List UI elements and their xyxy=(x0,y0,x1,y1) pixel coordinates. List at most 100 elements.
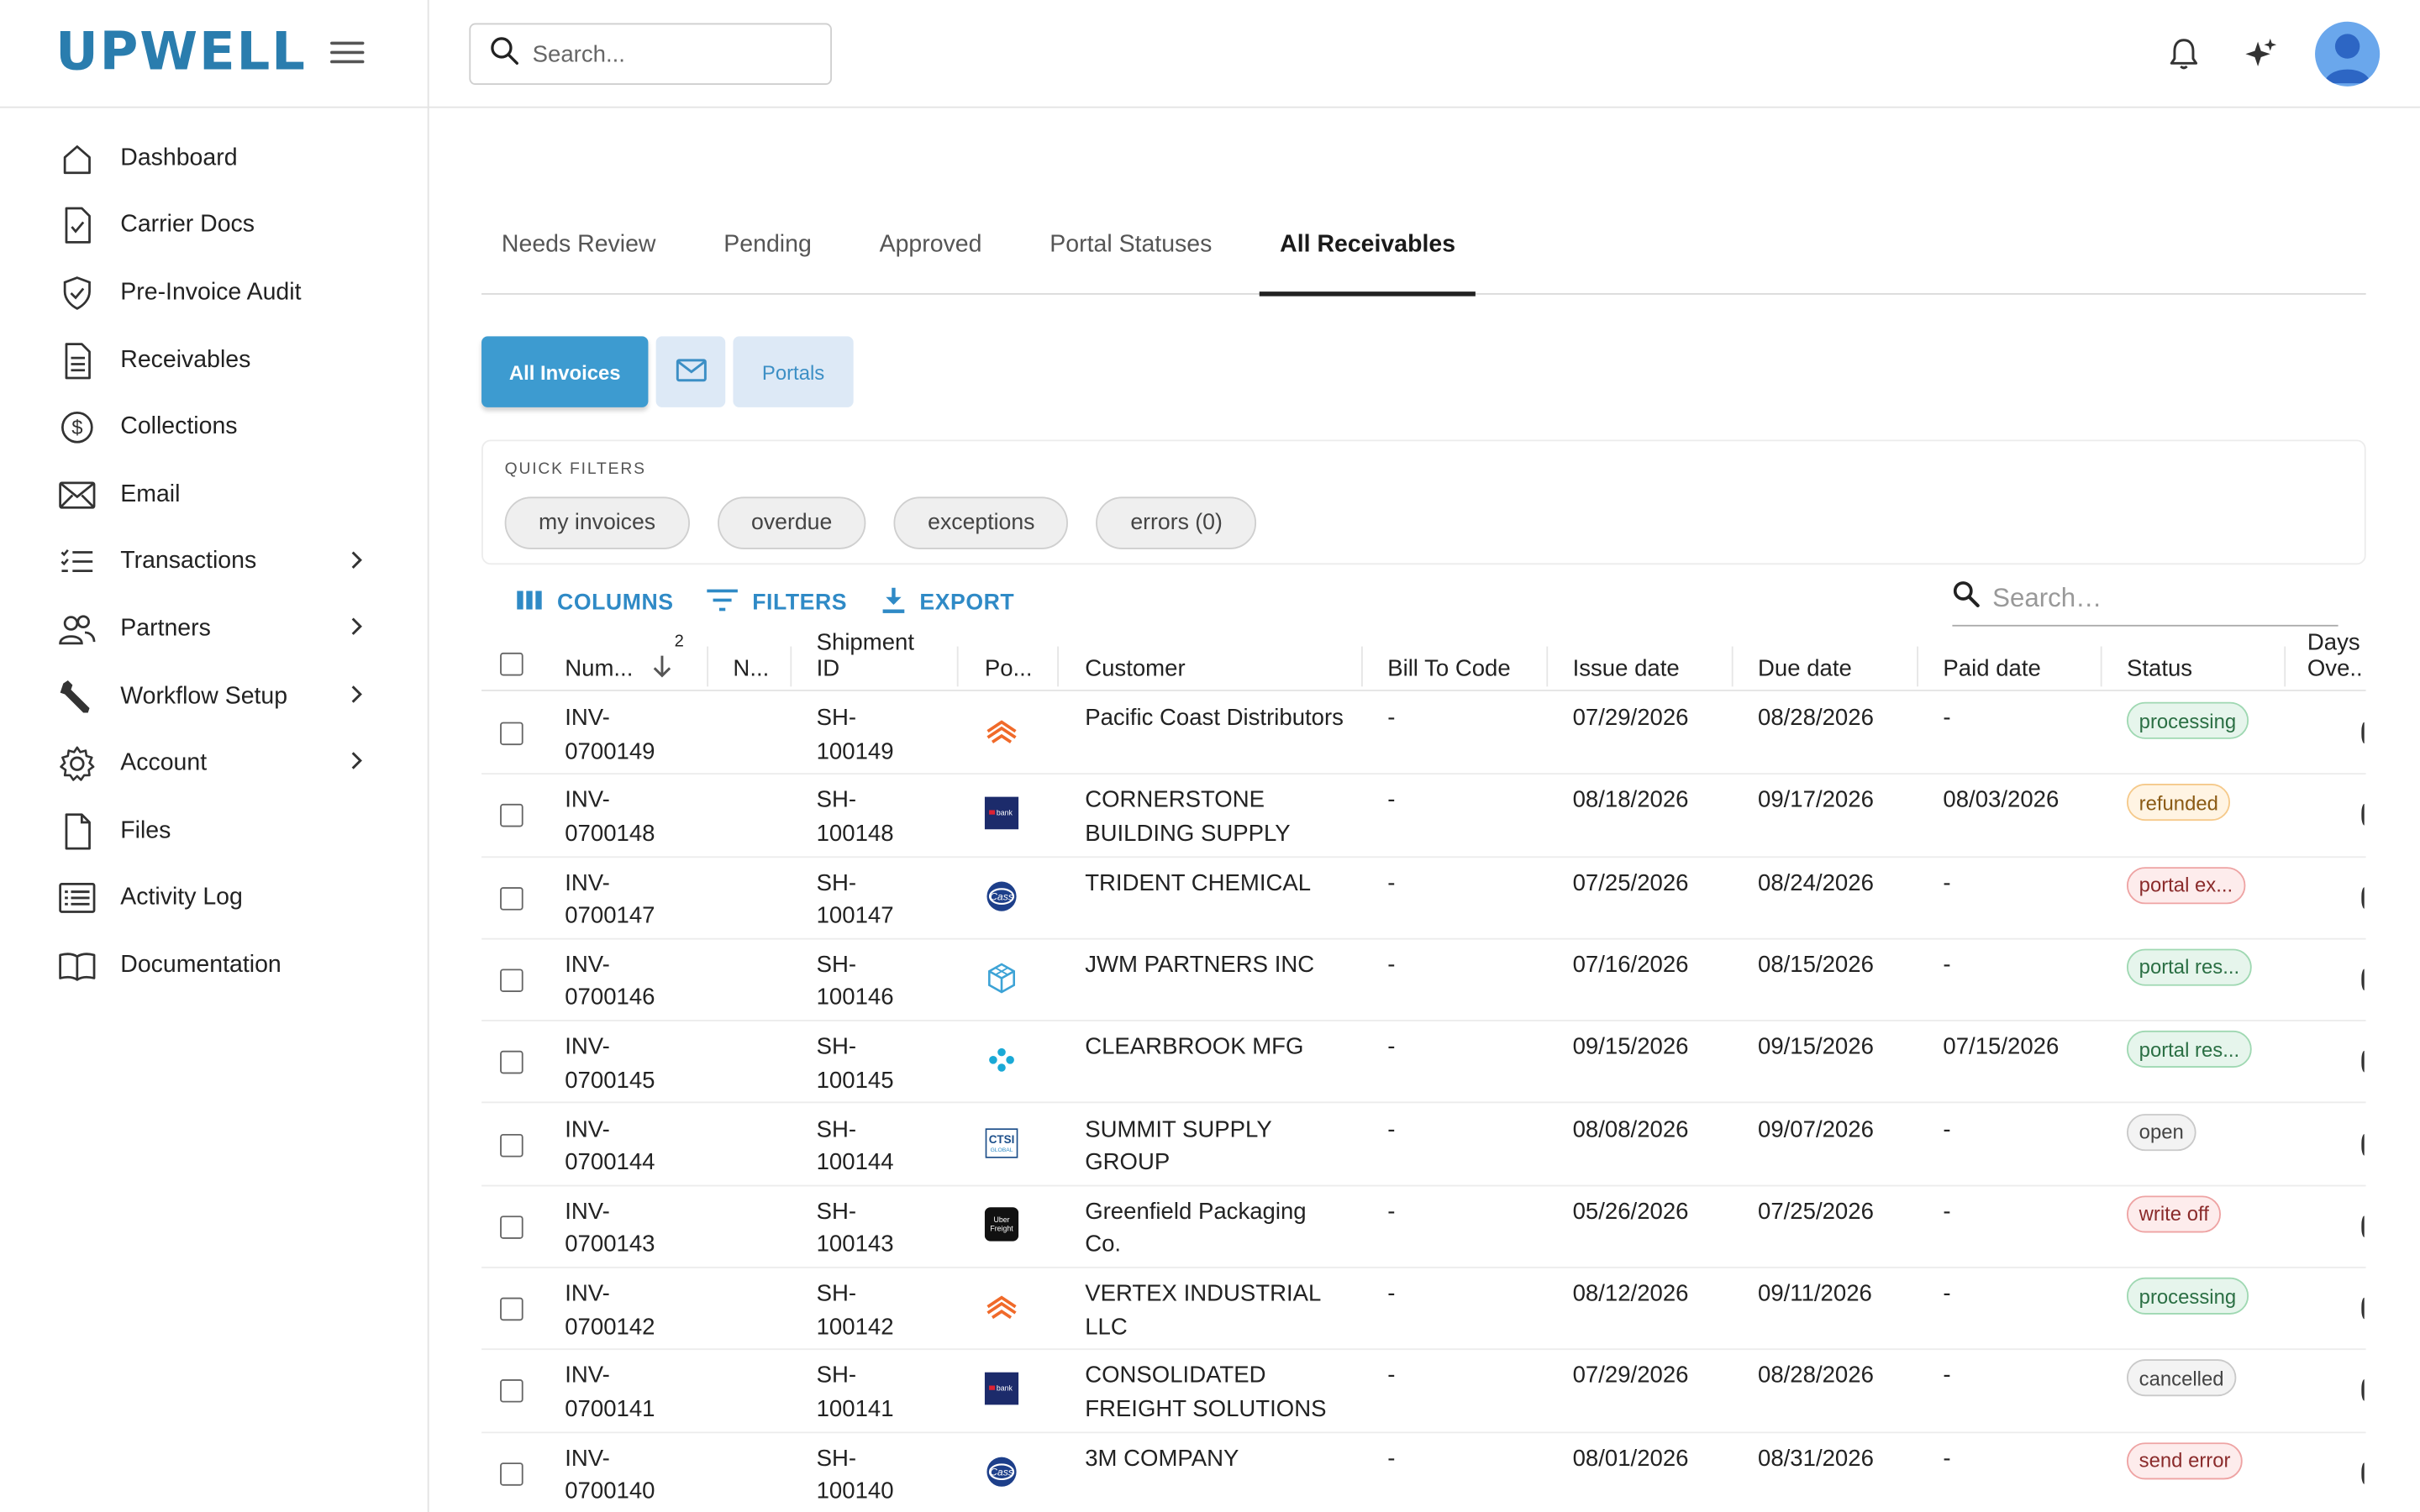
sidebar-item-activity-log[interactable]: Activity Log xyxy=(0,865,428,932)
header-issue-date[interactable]: Issue date xyxy=(1573,629,1680,690)
svg-text:Uber: Uber xyxy=(994,1215,1010,1224)
invoice-number[interactable]: INV- 0700140 xyxy=(565,1442,676,1509)
header-status[interactable]: Status xyxy=(2127,629,2192,690)
table-row[interactable]: INV- 0700141 SH- 100141 bank CONSOLIDATED FRE… xyxy=(481,1351,2366,1433)
table-row[interactable]: INV- 0700145 SH- 100145 CLEARBROOK MFG - 09/15… xyxy=(481,1021,2366,1105)
export-button[interactable]: EXPORT xyxy=(881,583,1014,623)
select-all-checkbox[interactable] xyxy=(500,652,523,676)
paid-date: - xyxy=(1943,1280,1951,1307)
header-portal[interactable]: Po... xyxy=(985,629,1033,690)
global-search-input[interactable] xyxy=(532,40,811,67)
column-separator xyxy=(707,646,709,687)
tab-portal-statuses[interactable]: Portal Statuses xyxy=(1029,197,1232,293)
table-row[interactable]: INV- 0700149 SH- 100149 Pacific Coast Distri… xyxy=(481,693,2366,775)
bell-icon[interactable] xyxy=(2160,31,2207,77)
sparkle-icon[interactable] xyxy=(2238,31,2284,77)
tab-all-receivables[interactable]: All Receivables xyxy=(1260,197,1476,297)
quick-filter-chip[interactable]: overdue xyxy=(717,496,866,549)
row-checkbox[interactable] xyxy=(500,1133,523,1157)
sidebar-item-pre-invoice-audit[interactable]: Pre-Invoice Audit xyxy=(0,260,428,327)
quick-filter-chip[interactable]: my invoices xyxy=(504,496,690,549)
table-row[interactable]: INV- 0700140 SH- 100140 Cass 3M COMPANY - 08/01… xyxy=(481,1433,2366,1512)
row-checkbox[interactable] xyxy=(500,1215,523,1239)
table-row[interactable]: INV- 0700144 SH- 100144 CTSI GLOBAL SUMMIT SUP… xyxy=(481,1104,2366,1187)
chevron-right-icon xyxy=(345,549,367,570)
all-invoices-button[interactable]: All Invoices xyxy=(481,336,649,407)
invoice-number[interactable]: INV- 0700148 xyxy=(565,785,676,851)
paid-date: - xyxy=(1943,1198,1951,1225)
sidebar-item-transactions[interactable]: Transactions xyxy=(0,528,428,596)
status-badge: portal res... xyxy=(2126,948,2252,986)
tab-bar: Needs Review Pending Approved Portal Status… xyxy=(481,197,2366,297)
invoice-number[interactable]: INV- 0700143 xyxy=(565,1195,676,1262)
header-number[interactable]: Num... xyxy=(565,629,633,690)
sidebar-item-partners[interactable]: Partners xyxy=(0,596,428,663)
row-checkbox[interactable] xyxy=(500,1379,523,1404)
header-paid-date[interactable]: Paid date xyxy=(1943,629,2040,690)
row-checkbox[interactable] xyxy=(500,804,523,828)
sidebar-item-carrier-docs[interactable]: Carrier Docs xyxy=(0,192,428,260)
header-days-overdue[interactable]: Days Ove.. xyxy=(2307,629,2366,690)
sidebar-item-label: Collections xyxy=(120,413,238,440)
row-checkbox[interactable] xyxy=(500,969,523,992)
logo[interactable]: UPWELL xyxy=(55,22,307,83)
invoice-number[interactable]: INV- 0700145 xyxy=(565,1031,676,1097)
invoice-number[interactable]: INV- 0700142 xyxy=(565,1278,676,1344)
invoice-number[interactable]: INV- 0700144 xyxy=(565,1113,676,1179)
wrench-icon xyxy=(59,678,96,715)
portal-logo-cass: Cass xyxy=(985,879,1018,912)
header-customer[interactable]: Customer xyxy=(1085,629,1185,690)
table-row[interactable]: INV- 0700148 SH- 100148 bank CORNERSTONE BUIL… xyxy=(481,775,2366,858)
row-checkbox[interactable] xyxy=(500,886,523,910)
header-shipment[interactable]: Shipment ID xyxy=(817,629,940,690)
table-row[interactable]: INV- 0700142 SH- 100142 VERTEX INDUSTRIAL LL… xyxy=(481,1268,2366,1351)
grid-search[interactable] xyxy=(1952,571,2338,627)
header-issue-label: Issue date xyxy=(1572,655,1680,682)
quick-filter-chip[interactable]: errors (0) xyxy=(1096,496,1257,549)
sidebar-item-documentation[interactable]: Documentation xyxy=(0,932,428,1000)
menu-toggle-icon[interactable] xyxy=(330,37,365,68)
days-overdue-cell xyxy=(2361,1462,2366,1484)
header-n[interactable]: N... xyxy=(733,629,769,690)
row-checkbox[interactable] xyxy=(500,1051,523,1074)
invoice-number[interactable]: INV- 0700147 xyxy=(565,866,676,932)
row-checkbox[interactable] xyxy=(500,1297,523,1321)
filters-button[interactable]: FILTERS xyxy=(707,583,847,623)
sidebar-item-account[interactable]: Account xyxy=(0,730,428,797)
sidebar-item-receivables[interactable]: Receivables xyxy=(0,327,428,394)
sidebar-item-email[interactable]: Email xyxy=(0,461,428,528)
tab-pending[interactable]: Pending xyxy=(703,197,831,293)
issue-date: 07/29/2026 xyxy=(1572,705,1689,732)
portals-button[interactable]: Portals xyxy=(733,336,854,407)
header-due-label: Due date xyxy=(1758,655,1852,682)
header-bill-to-label: Bill To Code xyxy=(1387,655,1511,682)
header-bill-to[interactable]: Bill To Code xyxy=(1387,629,1511,690)
row-checkbox[interactable] xyxy=(500,1462,523,1486)
tab-needs-review[interactable]: Needs Review xyxy=(481,197,676,293)
invoice-number[interactable]: INV- 0700141 xyxy=(565,1360,676,1426)
columns-button[interactable]: COLUMNS xyxy=(515,583,673,623)
global-search[interactable] xyxy=(469,23,832,86)
svg-text:Cass: Cass xyxy=(990,890,1013,902)
header-number-label: Num... xyxy=(565,655,634,682)
customer-name: SUMMIT SUPPLY GROUP xyxy=(1085,1116,1272,1176)
table-row[interactable]: INV- 0700147 SH- 100147 Cass TRIDENT CHEMICAL… xyxy=(481,857,2366,940)
row-checkbox[interactable] xyxy=(500,722,523,746)
portal-logo-ctsi: CTSI GLOBAL xyxy=(985,1126,1018,1159)
sidebar-item-files[interactable]: Files xyxy=(0,797,428,864)
sidebar-item-collections[interactable]: $ Collections xyxy=(0,394,428,461)
table-row[interactable]: INV- 0700146 SH- 100146 JWM PARTNERS INC - 07/… xyxy=(481,939,2366,1022)
invoice-number[interactable]: INV- 0700149 xyxy=(565,702,676,769)
days-overdue-cell xyxy=(2361,1379,2366,1402)
tab-approved[interactable]: Approved xyxy=(860,197,1002,293)
invoice-number[interactable]: INV- 0700146 xyxy=(565,948,676,1015)
sidebar-item-workflow-setup[interactable]: Workflow Setup xyxy=(0,663,428,730)
email-view-button[interactable] xyxy=(655,336,726,407)
sort-desc-icon[interactable] xyxy=(651,629,673,690)
grid-search-input[interactable] xyxy=(1992,582,2317,614)
sidebar-item-dashboard[interactable]: Dashboard xyxy=(0,125,428,192)
avatar[interactable] xyxy=(2315,21,2381,87)
header-due-date[interactable]: Due date xyxy=(1758,629,1852,690)
quick-filter-chip[interactable]: exceptions xyxy=(893,496,1069,549)
table-row[interactable]: INV- 0700143 SH- 100143 Uber Freight Greenfiel… xyxy=(481,1186,2366,1268)
